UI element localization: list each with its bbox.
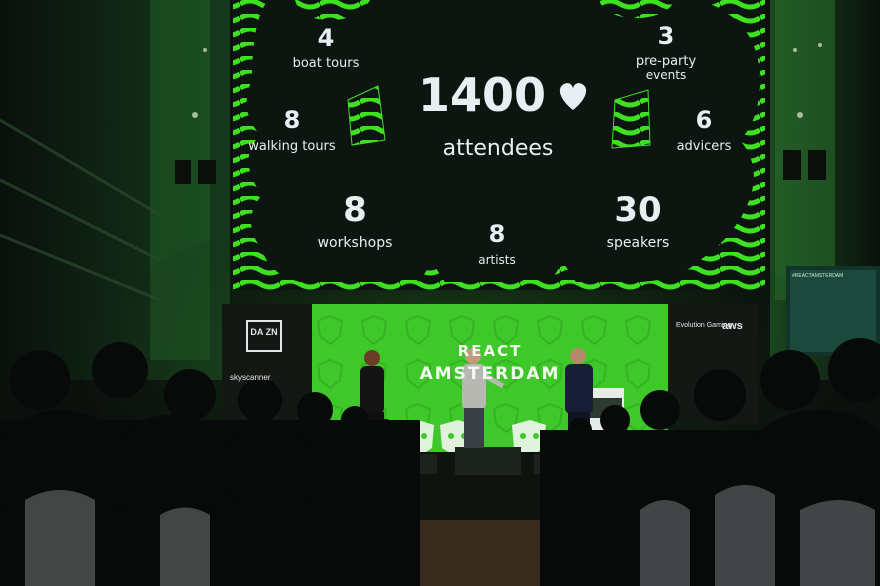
stat-boat-tours-value: 4: [317, 24, 335, 52]
side-screen-hashtag: #REACTAMSTERDAM: [792, 273, 844, 279]
stat-pre-party-label-2: events: [645, 68, 687, 82]
stat-walking-tours-label: walking tours: [248, 139, 336, 154]
stat-workshops-value: 8: [343, 190, 367, 230]
stat-artists-value: 8: [488, 220, 506, 248]
stat-advicers-label: advicers: [676, 139, 732, 154]
aws-logo: aws: [722, 320, 743, 332]
screen-accent-wave-right: [611, 89, 651, 149]
banner-line-amsterdam: AMSTERDAM: [419, 364, 561, 384]
stat-workshops-label: workshops: [317, 235, 393, 251]
skyscanner-logo: skyscanner: [230, 373, 271, 382]
attendees-label: attendees: [442, 136, 554, 161]
dazn-logo: DA ZN: [246, 320, 282, 352]
dazn-logo-text: DA ZN: [250, 327, 278, 337]
stat-artists-label: artists: [478, 253, 516, 267]
stat-speakers-value: 30: [614, 190, 662, 230]
stat-advicers-value: 6: [695, 106, 713, 134]
stat-pre-party-label-1: pre-party: [635, 54, 697, 69]
stat-speakers-label: speakers: [606, 235, 670, 251]
attendees-value: 1400: [417, 68, 547, 122]
stat-walking-tours-value: 8: [283, 106, 301, 134]
banner-line-react: REACT: [457, 342, 523, 360]
stat-boat-tours-label: boat tours: [292, 56, 360, 71]
stat-pre-party-value: 3: [657, 22, 675, 50]
